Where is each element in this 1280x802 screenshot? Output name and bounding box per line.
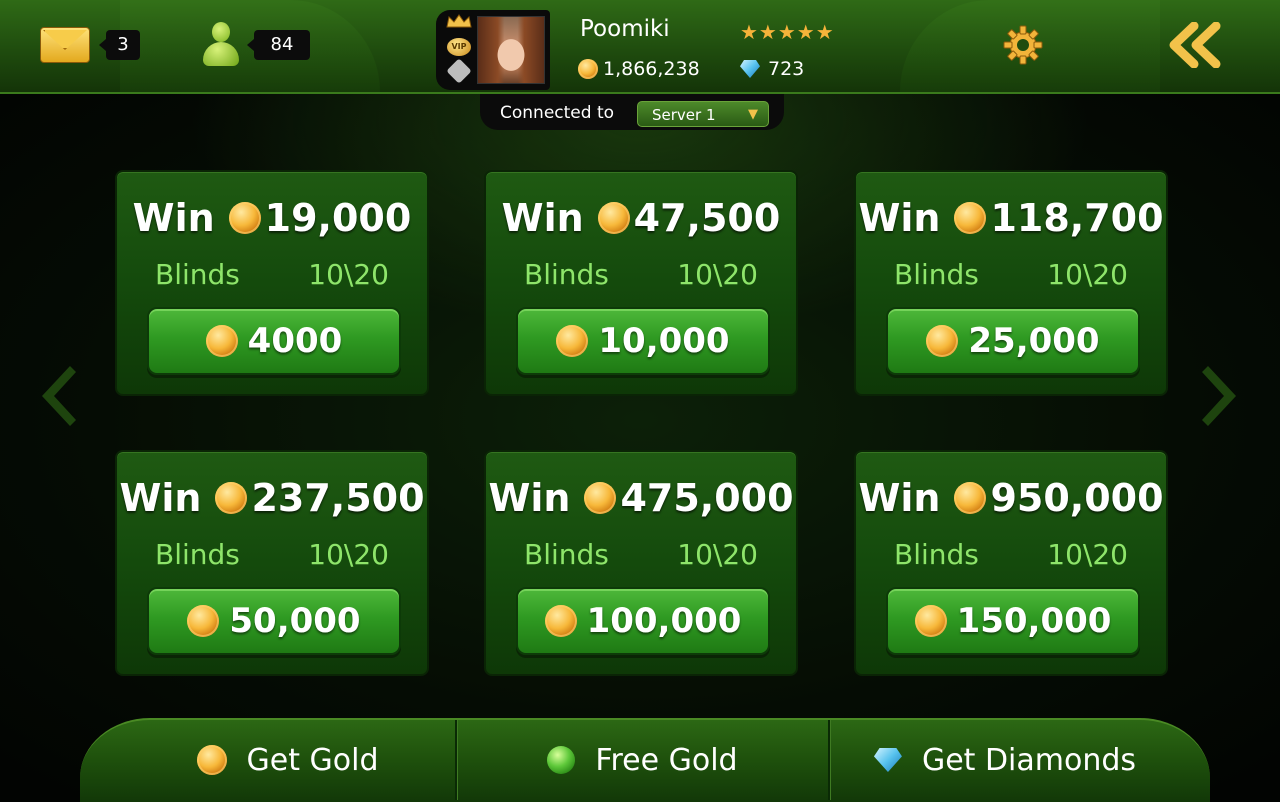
table-card[interactable]: Win 19,000 Blinds 10\20 4000	[115, 170, 429, 396]
buy-in-button[interactable]: 100,000	[516, 587, 770, 655]
buy-in-button[interactable]: 50,000	[147, 587, 401, 655]
gold-coin-icon	[926, 325, 959, 357]
gear-icon[interactable]	[1002, 24, 1044, 66]
win-row: Win 47,500	[486, 196, 796, 240]
gold-coin-icon	[578, 59, 598, 79]
gold-coin-icon	[954, 482, 987, 514]
gold-coin-icon	[196, 745, 227, 775]
green-coin-icon	[547, 746, 576, 774]
crown-icon	[446, 14, 472, 28]
gold-coin-icon	[228, 202, 261, 234]
vip-badge: VIP	[447, 38, 471, 56]
gold-coin-icon	[597, 202, 630, 234]
gold-amount: 1,866,238	[603, 58, 700, 80]
win-amount: 950,000	[990, 476, 1164, 520]
win-row: Win 950,000	[856, 476, 1166, 520]
gold-coin-icon	[215, 482, 248, 514]
username: Poomiki	[580, 16, 670, 42]
gold-coin-icon	[914, 605, 947, 637]
buy-in-amount: 4000	[247, 321, 343, 361]
blinds-label: Blinds	[524, 538, 609, 571]
win-label: Win	[488, 476, 571, 520]
server-select[interactable]: Server 1 ▼	[637, 101, 769, 127]
gold-coin-icon	[544, 605, 577, 637]
blinds-value: 10\20	[308, 538, 389, 571]
diamond-icon	[740, 60, 760, 78]
gold-coin-icon	[584, 482, 617, 514]
win-amount: 47,500	[633, 196, 781, 240]
win-amount: 19,000	[264, 196, 412, 240]
table-card[interactable]: Win 237,500 Blinds 10\20 50,000	[115, 450, 429, 676]
free-gold-label: Free Gold	[595, 742, 738, 778]
blinds-label: Blinds	[894, 258, 979, 291]
get-diamonds-button[interactable]: Get Diamonds	[830, 720, 1180, 800]
win-label: Win	[858, 476, 941, 520]
table-card[interactable]: Win 950,000 Blinds 10\20 150,000	[854, 450, 1168, 676]
blinds-value: 10\20	[308, 258, 389, 291]
blinds-label: Blinds	[894, 538, 979, 571]
buy-in-amount: 150,000	[956, 601, 1112, 641]
buy-in-button[interactable]: 4000	[147, 307, 401, 375]
user-diamond-balance: 723	[740, 58, 804, 80]
previous-page-arrow-icon[interactable]	[30, 360, 78, 432]
friends-icon[interactable]	[203, 22, 239, 68]
win-row: Win 475,000	[486, 476, 796, 520]
win-label: Win	[858, 196, 941, 240]
buy-in-button[interactable]: 25,000	[886, 307, 1140, 375]
win-row: Win 237,500	[117, 476, 427, 520]
get-gold-label: Get Gold	[246, 742, 379, 778]
get-gold-button[interactable]: Get Gold	[120, 720, 455, 800]
diamond-amount: 723	[768, 58, 805, 80]
connected-label: Connected to	[500, 103, 615, 123]
avatar[interactable]	[477, 16, 545, 84]
mail-count-badge: 3	[99, 30, 140, 60]
free-gold-button[interactable]: Free Gold	[457, 720, 828, 800]
win-row: Win 19,000	[117, 196, 427, 240]
blinds-label: Blinds	[524, 258, 609, 291]
win-amount: 475,000	[620, 476, 794, 520]
win-amount: 237,500	[251, 476, 425, 520]
blinds-value: 10\20	[1047, 258, 1128, 291]
chevron-down-icon: ▼	[748, 107, 758, 122]
buy-in-amount: 25,000	[968, 321, 1100, 361]
next-page-arrow-icon[interactable]	[1200, 360, 1248, 432]
user-gold-balance: 1,866,238	[578, 58, 700, 80]
diamond-icon	[873, 748, 902, 772]
win-amount: 118,700	[990, 196, 1164, 240]
gold-coin-icon	[954, 202, 987, 234]
buy-in-button[interactable]: 150,000	[886, 587, 1140, 655]
friends-count-badge: 84	[247, 30, 310, 60]
table-card[interactable]: Win 475,000 Blinds 10\20 100,000	[484, 450, 798, 676]
buy-in-amount: 10,000	[598, 321, 730, 361]
win-label: Win	[501, 196, 584, 240]
blinds-value: 10\20	[677, 258, 758, 291]
gold-coin-icon	[205, 325, 238, 357]
buy-in-amount: 50,000	[229, 601, 361, 641]
double-chevron-left-icon[interactable]	[1166, 22, 1224, 68]
blinds-label: Blinds	[155, 538, 240, 571]
win-label: Win	[119, 476, 202, 520]
win-row: Win 118,700	[856, 196, 1166, 240]
server-selected-value: Server 1	[652, 106, 716, 124]
buy-in-amount: 100,000	[586, 601, 742, 641]
get-diamonds-label: Get Diamonds	[921, 742, 1137, 778]
gold-coin-icon	[187, 605, 220, 637]
blinds-value: 10\20	[1047, 538, 1128, 571]
table-card[interactable]: Win 47,500 Blinds 10\20 10,000	[484, 170, 798, 396]
buy-in-button[interactable]: 10,000	[516, 307, 770, 375]
rating-stars: ★★★★★	[740, 20, 835, 44]
win-label: Win	[132, 196, 215, 240]
blinds-value: 10\20	[677, 538, 758, 571]
mail-icon[interactable]	[40, 27, 90, 63]
blinds-label: Blinds	[155, 258, 240, 291]
table-card[interactable]: Win 118,700 Blinds 10\20 25,000	[854, 170, 1168, 396]
gold-coin-icon	[556, 325, 589, 357]
